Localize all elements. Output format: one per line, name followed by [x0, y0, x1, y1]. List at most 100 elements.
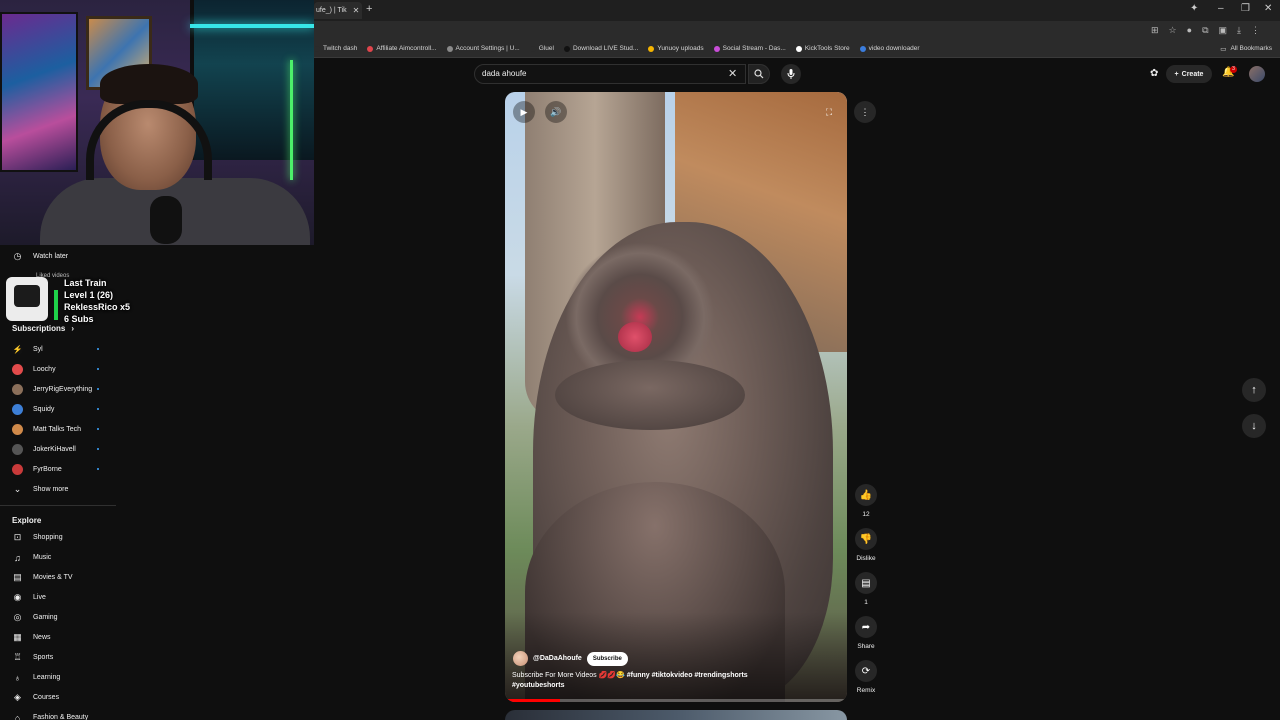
bookmark-favicon-icon: [367, 45, 374, 52]
comments-action[interactable]: ▤ 1: [855, 572, 877, 606]
voice-search-button[interactable]: [781, 64, 801, 84]
like-action[interactable]: 👍 12: [855, 484, 877, 518]
subscription-item[interactable]: Squidy: [12, 404, 54, 415]
subscription-item[interactable]: JokerKiHavell: [12, 444, 76, 455]
subscription-item[interactable]: JerryRigEverything: [12, 384, 92, 395]
bookmark-item[interactable]: Affiliate Aimcontroll...: [367, 45, 437, 52]
streamer-hair: [100, 64, 198, 104]
fullscreen-button[interactable]: ⛶: [818, 101, 840, 123]
install-icon[interactable]: ⊞: [1151, 25, 1159, 36]
bookmark-favicon-icon: [563, 45, 570, 52]
previous-short-button[interactable]: ↑: [1242, 378, 1266, 402]
bookmark-item[interactable]: Social Stream - Das...: [713, 45, 786, 52]
star-icon[interactable]: ☆: [1169, 25, 1177, 36]
new-tab-button[interactable]: +: [366, 3, 372, 15]
bookmark-item[interactable]: Twitch dash: [314, 45, 357, 52]
restore-icon[interactable]: ❐: [1241, 3, 1250, 14]
subscription-label: Matt Talks Tech: [33, 426, 81, 433]
bookmark-label: Gluel: [538, 45, 554, 52]
volume-button[interactable]: 🔊: [545, 101, 567, 123]
explore-item[interactable]: ◈ Courses: [12, 692, 59, 703]
subscription-item[interactable]: ⚡ Syl: [12, 344, 43, 355]
bookmark-favicon-icon: [859, 45, 866, 52]
channel-avatar: [12, 424, 23, 435]
sidebar-item-watch-later[interactable]: ◷ Watch later: [12, 251, 69, 262]
explore-item[interactable]: ♖ Sports: [12, 652, 53, 663]
all-bookmarks-button[interactable]: ▭ All Bookmarks: [1220, 45, 1272, 53]
next-short-button[interactable]: ↓: [1242, 414, 1266, 438]
extension-icon[interactable]: ●: [1187, 25, 1192, 36]
studio-icon[interactable]: ✿: [1150, 68, 1158, 79]
explore-item[interactable]: ♁ Learning: [12, 672, 60, 683]
microphone: [150, 196, 182, 244]
toolbar-icons: ⊞ ☆ ● ⧉ ▣ ⤓ ⋮: [1151, 25, 1260, 36]
channel-avatar: ⚡: [12, 344, 23, 355]
tab-title: ufe_) | Tik: [316, 7, 347, 14]
menu-icon[interactable]: ⋮: [1251, 25, 1260, 36]
sidebar-toggle-icon[interactable]: ▣: [1219, 25, 1228, 36]
bookmark-label: KickTools Store: [804, 45, 850, 52]
bookmark-label: Affiliate Aimcontroll...: [376, 45, 437, 52]
hanger-icon: ⌂: [14, 712, 21, 720]
thumbs-up-icon[interactable]: 👍: [855, 484, 877, 506]
subscription-item[interactable]: Loochy: [12, 364, 56, 375]
subscriptions-heading[interactable]: Subscriptions ›: [12, 324, 74, 333]
explore-item[interactable]: ◎ Gaming: [12, 612, 58, 623]
hashtags-line-1[interactable]: #funny #tiktokvideo #trendingshorts: [627, 672, 748, 679]
like-count: 12: [862, 511, 870, 518]
bookmark-item[interactable]: Download LIVE Stud...: [563, 45, 638, 52]
play-button[interactable]: ▶: [513, 101, 535, 123]
trophy-icon: ♖: [13, 652, 22, 662]
tab-close-icon[interactable]: ✕: [353, 6, 360, 15]
show-more-button[interactable]: ⌄ Show more: [12, 484, 69, 495]
channel-avatar: [12, 404, 23, 415]
explore-item[interactable]: ▤ Movies & TV: [12, 572, 72, 583]
explore-item[interactable]: ♫ Music: [12, 552, 51, 563]
explore-item[interactable]: ⊡ Shopping: [12, 532, 63, 543]
share-arrow-icon[interactable]: ➦: [855, 616, 877, 638]
bookmark-item[interactable]: Gluel: [529, 45, 554, 52]
explore-item-label: Live: [33, 594, 46, 601]
comment-icon[interactable]: ▤: [855, 572, 877, 594]
puzzle-icon[interactable]: ⧉: [1202, 25, 1208, 36]
explore-item[interactable]: ▦ News: [12, 632, 50, 643]
bookmark-item[interactable]: KickTools Store: [795, 45, 850, 52]
bookmark-item[interactable]: Account Settings | U...: [446, 45, 520, 52]
channel-handle[interactable]: @DaDaAhoufe: [533, 655, 582, 662]
browser-tab-active[interactable]: ufe_) | Tik ✕: [314, 2, 362, 19]
minimize-icon[interactable]: –: [1218, 3, 1224, 14]
subscribe-button[interactable]: Subscribe: [586, 651, 628, 666]
microphone-icon: [787, 69, 795, 79]
wall-painting: [0, 12, 78, 172]
bookmark-item[interactable]: Yunuoy uploads: [648, 45, 704, 52]
thumbs-down-icon[interactable]: 👎: [855, 528, 877, 550]
hashtags-line-2[interactable]: #youtubeshorts: [512, 682, 565, 689]
remix-action[interactable]: ⟳ Remix: [855, 660, 877, 694]
search-button[interactable]: [748, 64, 770, 84]
show-more-label: Show more: [33, 486, 69, 493]
plus-icon: +: [1174, 70, 1179, 78]
explore-item[interactable]: ◉ Live: [12, 592, 46, 603]
create-button[interactable]: + Create: [1166, 65, 1212, 83]
subscription-item[interactable]: FyrBorne: [12, 464, 62, 475]
explore-heading: Explore: [12, 516, 42, 525]
video-progress-bar[interactable]: [505, 699, 847, 702]
clear-search-icon[interactable]: ✕: [728, 67, 737, 80]
extension-pin-icon[interactable]: ✦: [1190, 3, 1198, 14]
share-action[interactable]: ➦ Share: [855, 616, 877, 650]
channel-avatar[interactable]: [513, 651, 528, 666]
short-video-player[interactable]: [505, 92, 847, 702]
create-label: Create: [1181, 70, 1204, 78]
more-options-button[interactable]: ⋮: [854, 101, 876, 123]
close-window-icon[interactable]: ✕: [1264, 3, 1272, 14]
download-icon[interactable]: ⤓: [1237, 25, 1241, 36]
bookmark-item[interactable]: video downloader: [859, 45, 920, 52]
explore-item[interactable]: ⌂ Fashion & Beauty: [12, 712, 88, 720]
user-avatar[interactable]: [1249, 66, 1265, 82]
next-short-preview[interactable]: [505, 710, 847, 720]
search-query: dada ahoufe: [482, 69, 527, 78]
remix-icon[interactable]: ⟳: [855, 660, 877, 682]
subscription-item[interactable]: Matt Talks Tech: [12, 424, 81, 435]
folder-icon: ▭: [1220, 46, 1227, 53]
dislike-action[interactable]: 👎 Dislike: [855, 528, 877, 562]
